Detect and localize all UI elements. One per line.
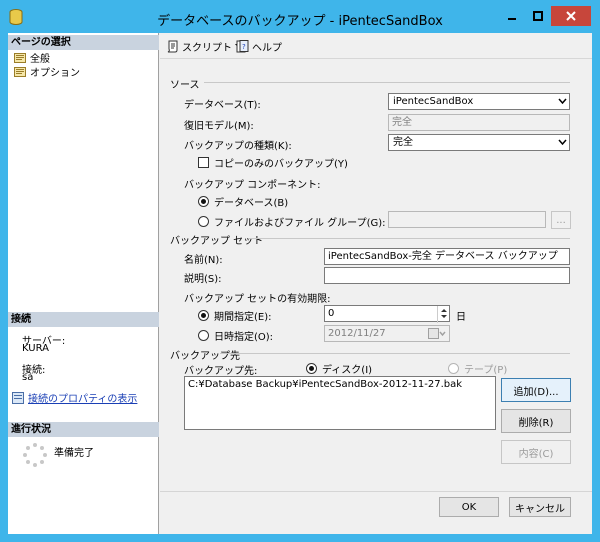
destination-path-item[interactable]: C:¥Database Backup¥iPentecSandBox-2012-1…	[188, 379, 492, 390]
radio-circle	[198, 310, 209, 321]
server-value: KURA	[22, 343, 49, 354]
backup-to-label: バックアップ先:	[184, 366, 258, 377]
expire-days-input[interactable]: 0	[324, 305, 450, 322]
minimize-button[interactable]	[499, 6, 524, 26]
script-icon	[167, 40, 178, 53]
page-icon	[14, 53, 26, 63]
expiry-label: バックアップ セットの有効期限:	[184, 294, 331, 305]
calendar-icon	[428, 328, 446, 339]
database-combo[interactable]: iPentecSandBox	[388, 93, 570, 110]
properties-icon	[12, 391, 24, 404]
connection-properties-text: 接続のプロパティの表示	[28, 394, 138, 405]
page-item-options[interactable]: オプション	[14, 64, 80, 79]
left-pane: ページの選択 全般 オプション 接続 サーバー: KURA 接続: sa 接続の…	[8, 33, 159, 534]
description-label: 説明(S):	[184, 274, 222, 285]
radio-circle	[198, 196, 209, 207]
progress-header: 進行状況	[8, 422, 159, 437]
backup-set-separator	[248, 238, 570, 239]
radio-circle	[198, 216, 209, 227]
backup-type-combo[interactable]: 完全	[388, 134, 570, 151]
expire-days-value: 0	[328, 308, 335, 319]
maximize-button[interactable]	[525, 6, 550, 26]
script-button[interactable]: スクリプト	[166, 39, 242, 54]
add-destination-button[interactable]: 追加(D)...	[501, 378, 571, 402]
page-item-general[interactable]: 全般	[14, 50, 50, 65]
maximize-icon	[532, 11, 543, 21]
expire-after-label: 期間指定(E):	[214, 312, 272, 323]
days-spinner[interactable]	[437, 306, 449, 323]
copy-only-label: コピーのみのバックアップ(Y)	[214, 159, 348, 170]
backup-name-label: 名前(N):	[184, 255, 223, 266]
close-button[interactable]	[551, 6, 591, 26]
cancel-button[interactable]: キャンセル	[509, 497, 571, 517]
title-bar[interactable]: データベースのバックアップ - iPentecSandBox	[0, 0, 600, 33]
remove-destination-button[interactable]: 削除(R)	[501, 409, 571, 433]
progress-status: 準備完了	[54, 448, 94, 459]
expire-on-label: 日時指定(O):	[214, 332, 274, 343]
script-label: スクリプト	[182, 43, 232, 54]
svg-text:?: ?	[242, 43, 246, 51]
help-button[interactable]: ? ヘルプ	[236, 39, 282, 54]
database-label: データベース(T):	[184, 100, 261, 111]
backup-set-section-label: バックアップ セット	[170, 236, 264, 247]
dialog-client: ページの選択 全般 オプション 接続 サーバー: KURA 接続: sa 接続の…	[8, 33, 592, 534]
minimize-icon	[507, 18, 516, 20]
chevron-down-icon	[558, 139, 567, 146]
tape-label: テープ(P)	[464, 365, 508, 376]
disk-radio[interactable]: ディスク(I)	[306, 361, 372, 376]
page-item-label: 全般	[30, 54, 50, 65]
database-value: iPentecSandBox	[393, 96, 474, 107]
description-input[interactable]	[324, 267, 570, 284]
source-separator	[204, 82, 570, 83]
source-section-label: ソース	[170, 80, 200, 91]
help-icon: ?	[236, 40, 249, 53]
close-icon	[566, 11, 576, 21]
page-icon	[14, 67, 26, 77]
radio-circle	[306, 363, 317, 374]
ok-button[interactable]: OK	[439, 497, 499, 517]
connection-header: 接続	[8, 312, 159, 327]
page-item-label: オプション	[30, 68, 80, 79]
recovery-model-field: 完全	[388, 114, 570, 131]
backup-type-label: バックアップの種類(K):	[184, 141, 292, 152]
destination-section-label: バックアップ先	[170, 351, 240, 362]
backup-component-label: バックアップ コンポーネント:	[184, 180, 321, 191]
destination-separator	[220, 353, 570, 354]
recovery-model-label: 復旧モデル(M):	[184, 121, 254, 132]
spinner-arrows-icon	[441, 309, 447, 318]
disk-label: ディスク(I)	[322, 365, 373, 376]
copy-only-checkbox[interactable]: コピーのみのバックアップ(Y)	[198, 155, 348, 170]
component-database-radio[interactable]: データベース(B)	[198, 194, 288, 209]
contents-button[interactable]: 内容(C)	[501, 440, 571, 464]
files-field	[388, 211, 546, 228]
backup-name-input[interactable]: iPentecSandBox-完全 データベース バックアップ	[324, 248, 570, 265]
component-database-label: データベース(B)	[214, 198, 289, 209]
destination-list[interactable]: C:¥Database Backup¥iPentecSandBox-2012-1…	[184, 376, 496, 430]
component-files-radio[interactable]: ファイルおよびファイル グループ(G):	[198, 214, 386, 229]
expire-date-value: 2012/11/27	[328, 328, 386, 339]
chevron-down-icon	[558, 98, 567, 105]
connection-properties-link[interactable]: 接続のプロパティの表示	[12, 390, 137, 405]
expire-after-radio[interactable]: 期間指定(E):	[198, 308, 272, 323]
pages-header: ページの選択	[8, 35, 159, 50]
dialog-window: データベースのバックアップ - iPentecSandBox ページの選択 全般…	[0, 0, 600, 542]
radio-circle	[198, 330, 209, 341]
tape-radio[interactable]: テープ(P)	[448, 361, 507, 376]
component-files-label: ファイルおよびファイル グループ(G):	[214, 218, 386, 229]
help-label: ヘルプ	[252, 43, 282, 54]
radio-circle	[448, 363, 459, 374]
expire-on-radio[interactable]: 日時指定(O):	[198, 328, 273, 343]
connection-value: sa	[22, 372, 34, 383]
backup-type-value: 完全	[393, 137, 413, 148]
days-unit-label: 日	[456, 312, 466, 323]
progress-spinner-icon	[23, 443, 47, 467]
toolbar: スクリプト ? ヘルプ	[160, 33, 592, 59]
checkbox-box	[198, 157, 209, 168]
browse-files-button[interactable]: ...	[551, 211, 571, 229]
